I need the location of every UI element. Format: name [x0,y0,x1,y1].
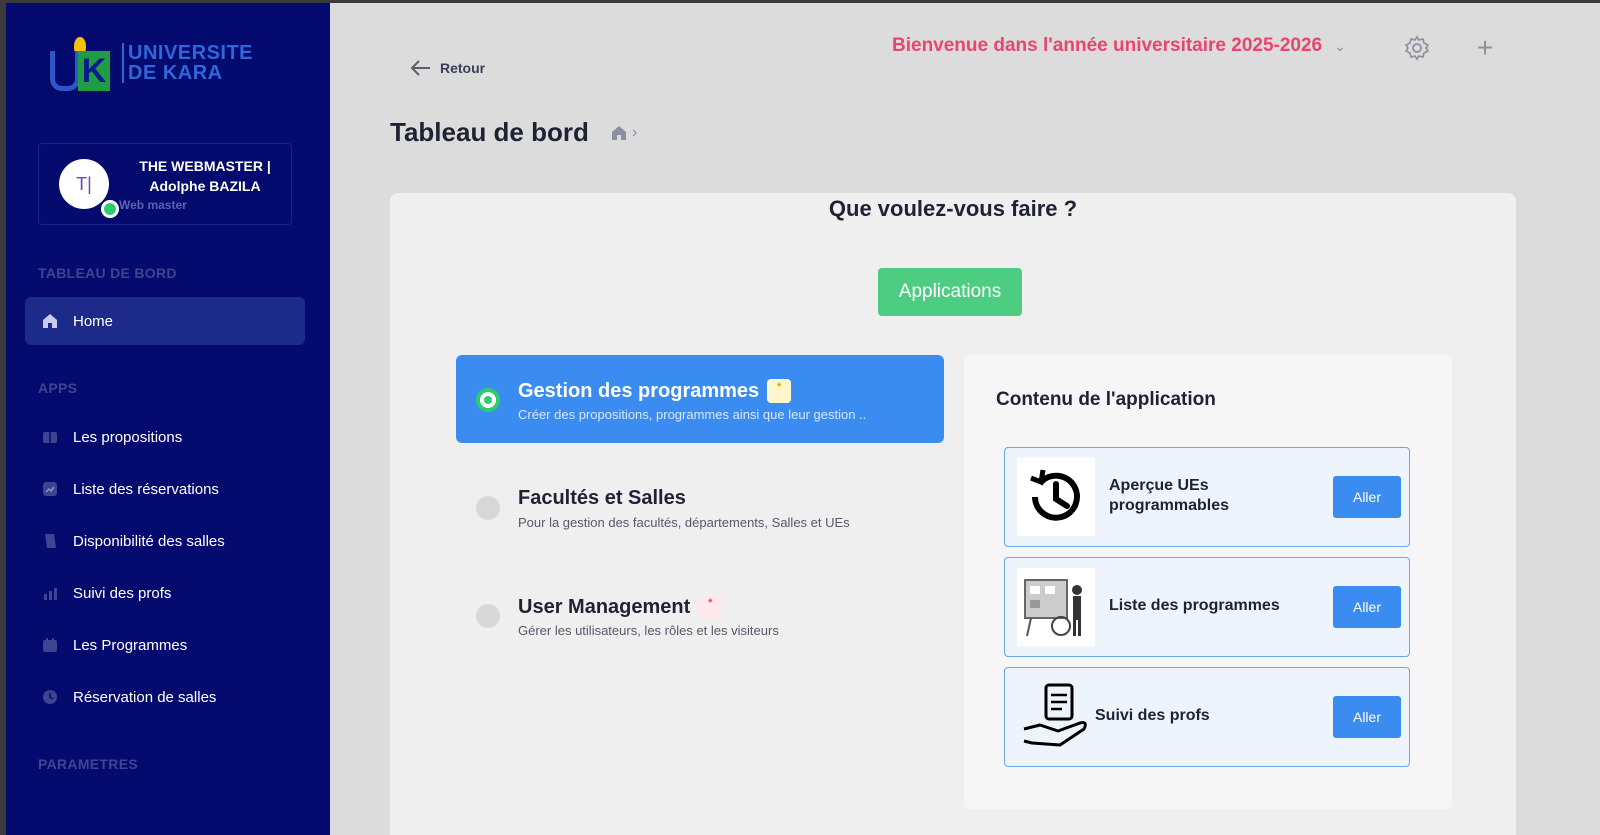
profile-role: Web master [119,198,187,212]
book-icon [41,428,59,446]
content-item-name: Aperçue UEs programmables [1109,477,1230,514]
radio-button[interactable] [476,388,500,412]
content-item-name: Suivi des profs [1095,707,1210,724]
uk-emblem: K [48,37,112,91]
sidebar: K UNIVERSITE DE KARA T| THE WEBMASTER | … [6,3,330,835]
logo-line1: UNIVERSITE [128,42,254,64]
go-button[interactable]: Aller [1333,696,1401,738]
sidebar-item-label: Disponibilité des salles [73,532,225,550]
stats-icon [41,584,59,602]
option-badge: * [767,379,792,403]
university-logo[interactable]: K UNIVERSITE DE KARA [48,33,253,95]
option-title: User Management * [518,595,723,619]
sidebar-item-room-booking[interactable]: Réservation de salles [25,673,305,721]
go-button[interactable]: Aller [1333,476,1401,518]
main-card: Que voulez-vous faire ? Applications Ges… [390,193,1516,835]
sidebar-item-label: Suivi des profs [73,584,172,602]
content-title: Contenu de l'application [996,389,1216,410]
online-status-dot [101,200,119,218]
app-window: K UNIVERSITE DE KARA T| THE WEBMASTER | … [6,3,1600,835]
option-badge: * [698,595,723,619]
section-title-apps: APPS [38,380,78,396]
user-profile-card[interactable]: T| THE WEBMASTER | Adolphe BAZILA Web ma… [38,143,292,225]
go-button[interactable]: Aller [1333,586,1401,628]
back-button[interactable]: Retour [410,59,485,77]
calendar-icon [41,636,59,654]
sidebar-item-teacher-tracking[interactable]: Suivi des profs [25,569,305,617]
option-description: Créer des propositions, programmes ainsi… [518,407,867,422]
gear-icon[interactable] [1404,35,1430,61]
page-title: Tableau de bord [390,117,589,147]
content-item-ue-overview: Aperçue UEs programmables Aller [1004,447,1410,547]
planning-board-icon [1017,568,1095,646]
clock-icon [41,688,59,706]
back-label: Retour [440,60,486,76]
option-title: Gestion des programmes * [518,379,792,403]
chevron-down-icon: ⌄ [1334,37,1346,54]
logo-line2: DE KARA [128,62,223,84]
app-option-faculties[interactable]: Facultés et Salles Pour la gestion des f… [456,463,944,551]
academic-year-selector[interactable]: Bienvenue dans l'année universitaire 202… [892,35,1346,57]
breadcrumb: › [610,124,637,142]
sidebar-item-label: Home [73,312,114,330]
sidebar-item-label: Réservation de salles [73,688,217,706]
chart-icon [41,480,59,498]
option-title: Facultés et Salles [518,487,686,510]
avatar: T| [59,159,109,209]
sidebar-item-reservations-list[interactable]: Liste des réservations [25,465,305,513]
scroll-icon [41,532,59,550]
arrow-left-icon [410,60,430,76]
sidebar-item-label: Les Programmes [73,636,188,654]
applications-button[interactable]: Applications [878,268,1022,316]
content-item-name: Liste des programmes [1109,597,1280,614]
logo-letter-u [50,51,80,91]
logo-letter-k: K [78,51,110,91]
option-title-text: Gestion des programmes [518,379,760,402]
profile-name: THE WEBMASTER | Adolphe BAZILA [139,158,271,194]
logo-text: UNIVERSITE DE KARA [122,43,253,83]
app-content-panel: Contenu de l'application Aperçue UEs pro… [964,355,1452,809]
hand-document-icon [1017,678,1095,756]
option-description: Pour la gestion des facultés, départemen… [518,515,850,530]
content-item-programme-list: Liste des programmes Aller [1004,557,1410,657]
section-title-dashboard: TABLEAU DE BORD [38,265,177,281]
sidebar-item-propositions[interactable]: Les propositions [25,413,305,461]
option-description: Gérer les utilisateurs, les rôles et les… [518,623,779,638]
app-option-user-management[interactable]: User Management * Gérer les utilisateurs… [456,571,944,659]
section-title-params: PARAMETRES [38,756,138,772]
option-title-text: User Management [518,595,691,618]
sidebar-item-room-availability[interactable]: Disponibilité des salles [25,517,305,565]
sidebar-item-programmes[interactable]: Les Programmes [25,621,305,669]
radio-button[interactable] [476,604,500,628]
main-content: Retour Bienvenue dans l'année universita… [330,3,1600,835]
app-option-programmes[interactable]: Gestion des programmes * Créer des propo… [456,355,944,443]
sidebar-item-label: Liste des réservations [73,480,219,498]
chevron-right-icon: › [632,124,638,141]
welcome-text: Bienvenue dans l'année universitaire 202… [892,35,1323,56]
radio-button[interactable] [476,496,500,520]
sidebar-item-label: Les propositions [73,428,183,446]
history-clock-icon [1017,458,1095,536]
home-icon [41,312,59,330]
home-breadcrumb-icon[interactable] [610,125,628,141]
content-item-teacher-tracking: Suivi des profs Aller [1004,667,1410,767]
option-title-text: Facultés et Salles [518,487,686,509]
question-title: Que voulez-vous faire ? [828,196,1078,221]
sidebar-item-home[interactable]: Home [25,297,305,345]
plus-icon[interactable]: + [1472,34,1498,62]
